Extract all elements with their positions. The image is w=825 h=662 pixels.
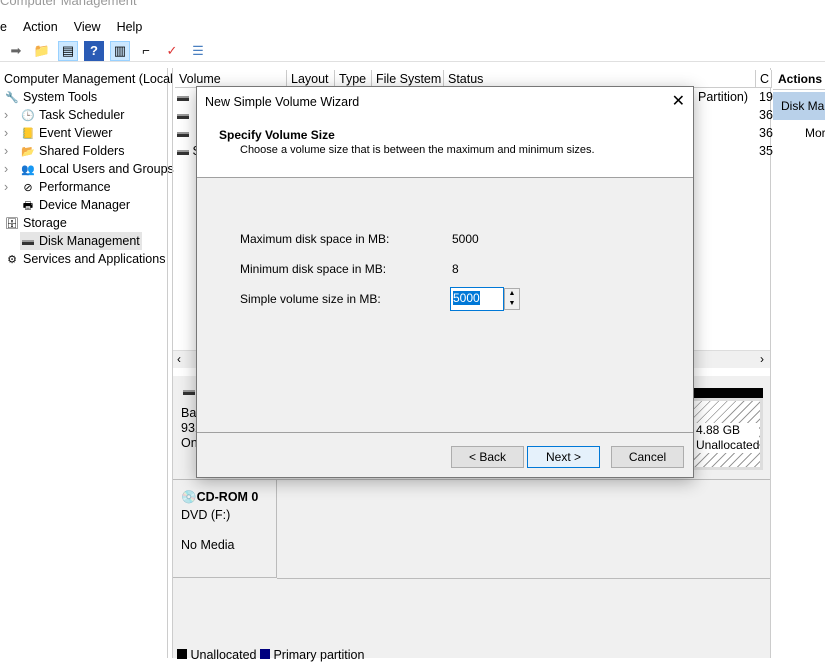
wizard-heading: Specify Volume Size (219, 128, 335, 142)
scroll-right-icon: › (760, 352, 764, 366)
checklist-icon[interactable]: ☰ (188, 41, 208, 61)
back-button[interactable]: < Back (451, 446, 524, 468)
min-size-value: 8 (452, 262, 459, 276)
tree-services-applications[interactable]: ⚙ Services and Applications (4, 250, 165, 268)
window-title: Computer Management (0, 0, 137, 8)
tree-root[interactable]: Computer Management (Local (4, 70, 173, 88)
size-label: Simple volume size in MB: (240, 292, 381, 306)
cdrom-row[interactable]: 💿CD-ROM 0 DVD (F:) No Media (173, 480, 277, 578)
tree-performance[interactable]: › ⊘ Performance (4, 178, 111, 196)
tools-icon: 🔧 (5, 92, 19, 104)
clock-icon: 🕒 (21, 110, 35, 122)
actions-disk-management[interactable]: Disk Mar (773, 92, 825, 120)
wizard-header: Specify Volume Size Choose a volume size… (197, 117, 693, 178)
size-input[interactable]: 5000 (450, 287, 504, 311)
drive-icon (177, 150, 189, 155)
disk-icon (183, 390, 195, 395)
toolbar: ➡ 📁 ▤ ? ▥ ⌐ ✓ ☰ (0, 40, 825, 62)
max-size-value: 5000 (452, 232, 479, 246)
services-icon: ⚙ (7, 254, 17, 266)
min-size-label: Minimum disk space in MB: (240, 262, 387, 276)
device-manager-icon: 🖶 (22, 200, 34, 212)
tree-disk-management[interactable]: Disk Management (20, 232, 142, 250)
dialog-titlebar: New Simple Volume Wizard ✕ (197, 87, 693, 117)
col-capacity[interactable]: C (756, 70, 772, 88)
show-hide-tree-icon[interactable]: ▤ (58, 40, 78, 61)
tree-system-tools[interactable]: 🔧 System Tools (4, 88, 97, 106)
performance-icon: ⊘ (23, 182, 33, 194)
wizard-subtitle: Choose a volume size that is between the… (240, 144, 595, 156)
actions-title: Actions (773, 68, 825, 90)
up-folder-icon[interactable]: 📁 (32, 41, 52, 61)
drive-icon (177, 132, 189, 137)
wizard-dialog: New Simple Volume Wizard ✕ Specify Volume… (196, 86, 694, 478)
event-viewer-icon: 📒 (21, 128, 35, 140)
unallocated-partition[interactable]: 4.88 GB Unallocated (691, 398, 763, 470)
tree-event-viewer[interactable]: › 📒 Event Viewer (4, 124, 112, 142)
spin-up-icon: ▲ (508, 290, 516, 297)
table-row[interactable]: 36 (177, 108, 773, 122)
show-hide-action-pane-icon[interactable]: ▥ (110, 40, 130, 61)
close-icon[interactable]: ✕ (672, 87, 685, 117)
tree-device-manager[interactable]: 🖶 Device Manager (20, 196, 130, 214)
drive-icon (177, 114, 189, 119)
properties-icon[interactable]: ✓ (162, 41, 182, 61)
shared-folder-icon: 📂 (21, 146, 35, 158)
tree-shared-folders[interactable]: › 📂 Shared Folders (4, 142, 124, 160)
cdrom-icon: 💿 (181, 490, 197, 504)
size-spinner[interactable]: ▲ ▼ (504, 288, 520, 310)
help-icon[interactable]: ? (84, 40, 104, 61)
users-icon: 👥 (21, 164, 35, 176)
menu-view[interactable]: View (66, 18, 109, 36)
tree-storage[interactable]: 🗄 Storage (4, 214, 67, 232)
menu-bar: e Action View Help (0, 18, 150, 36)
forward-icon[interactable]: ➡ (6, 41, 26, 61)
navigation-tree: Computer Management (Local 🔧 System Tools… (0, 68, 174, 658)
cancel-button[interactable]: Cancel (611, 446, 684, 468)
max-size-label: Maximum disk space in MB: (240, 232, 390, 246)
legend: Unallocated Primary partition (177, 648, 364, 662)
tree-task-scheduler[interactable]: › 🕒 Task Scheduler (4, 106, 124, 124)
storage-icon: 🗄 (5, 218, 19, 230)
menu-file[interactable]: e (0, 18, 15, 36)
actions-more[interactable]: Mor (773, 126, 825, 140)
actions-pane: Actions Disk Mar Mor (773, 68, 825, 658)
table-row[interactable]: 36 (177, 126, 773, 140)
connect-icon[interactable]: ⌐ (136, 41, 156, 61)
tree-local-users[interactable]: › 👥 Local Users and Groups (4, 160, 174, 178)
drive-icon (177, 96, 189, 101)
next-button[interactable]: Next > (527, 446, 600, 468)
menu-help[interactable]: Help (109, 18, 151, 36)
table-row[interactable]: Partition) 19 (177, 90, 773, 104)
menu-action[interactable]: Action (15, 18, 66, 36)
scroll-left-icon: ‹ (177, 352, 181, 366)
disk-icon (20, 233, 36, 251)
spin-down-icon: ▼ (508, 300, 516, 307)
